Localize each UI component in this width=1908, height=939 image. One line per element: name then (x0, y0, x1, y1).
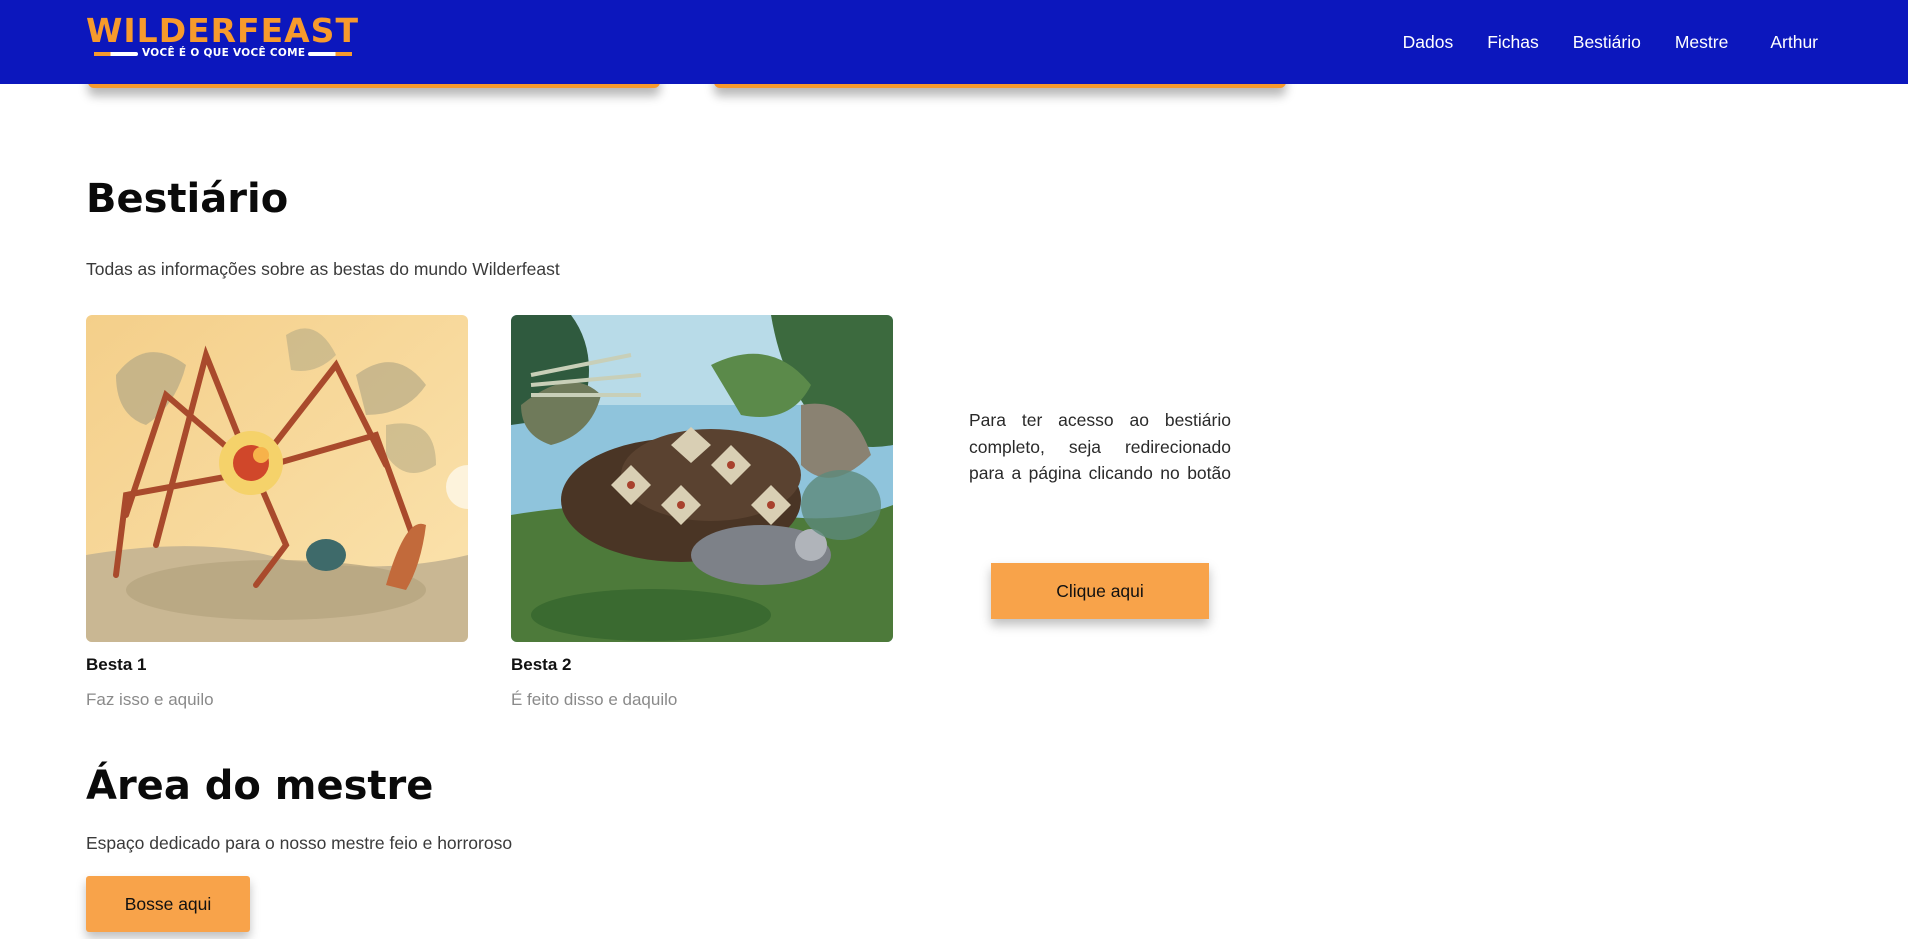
beast-2-image[interactable] (511, 315, 893, 642)
top-navbar: WILDERFEAST VOCÊ É O QUE VOCÊ COME Dados… (0, 0, 1908, 84)
knife-icon (94, 52, 138, 56)
beast-1-description: Faz isso e aquilo (86, 690, 214, 709)
mestre-cta-button[interactable]: Bosse aqui (86, 876, 250, 932)
mestre-description: Espaço dedicado para o nosso mestre feio… (86, 833, 513, 853)
wilderfeast-logo[interactable]: WILDERFEAST VOCÊ É O QUE VOCÊ COME (86, 14, 360, 62)
nav-user-menu[interactable]: Arthur (1770, 32, 1818, 53)
bestiario-access-text: Para ter acesso ao bestiário completo, s… (969, 410, 1231, 483)
serpent-beast-illustration (511, 315, 893, 642)
mestre-title: Área do mestre (86, 763, 434, 809)
logo-title: WILDERFEAST (86, 11, 359, 50)
beast-2-description: É feito disso e daquilo (511, 690, 678, 709)
bestiario-cta-button[interactable]: Clique aqui (991, 563, 1209, 619)
logo-subtitle: VOCÊ É O QUE VOCÊ COME (142, 47, 306, 59)
nav-item-fichas[interactable]: Fichas (1487, 32, 1539, 53)
knife-icon (308, 52, 352, 56)
nav-item-mestre[interactable]: Mestre (1675, 32, 1728, 53)
beast-1-name: Besta 1 (86, 655, 147, 674)
bestiario-description: Todas as informações sobre as bestas do … (86, 259, 560, 279)
nav-item-dados[interactable]: Dados (1403, 32, 1454, 53)
bestiario-title: Bestiário (86, 176, 289, 222)
main-nav: Dados Fichas Bestiário Mestre Arthur (1369, 0, 1818, 84)
beast-1-image[interactable] (86, 315, 468, 642)
nav-item-bestiario[interactable]: Bestiário (1573, 32, 1641, 53)
spider-beast-illustration (86, 315, 468, 642)
beast-2-name: Besta 2 (511, 655, 572, 674)
